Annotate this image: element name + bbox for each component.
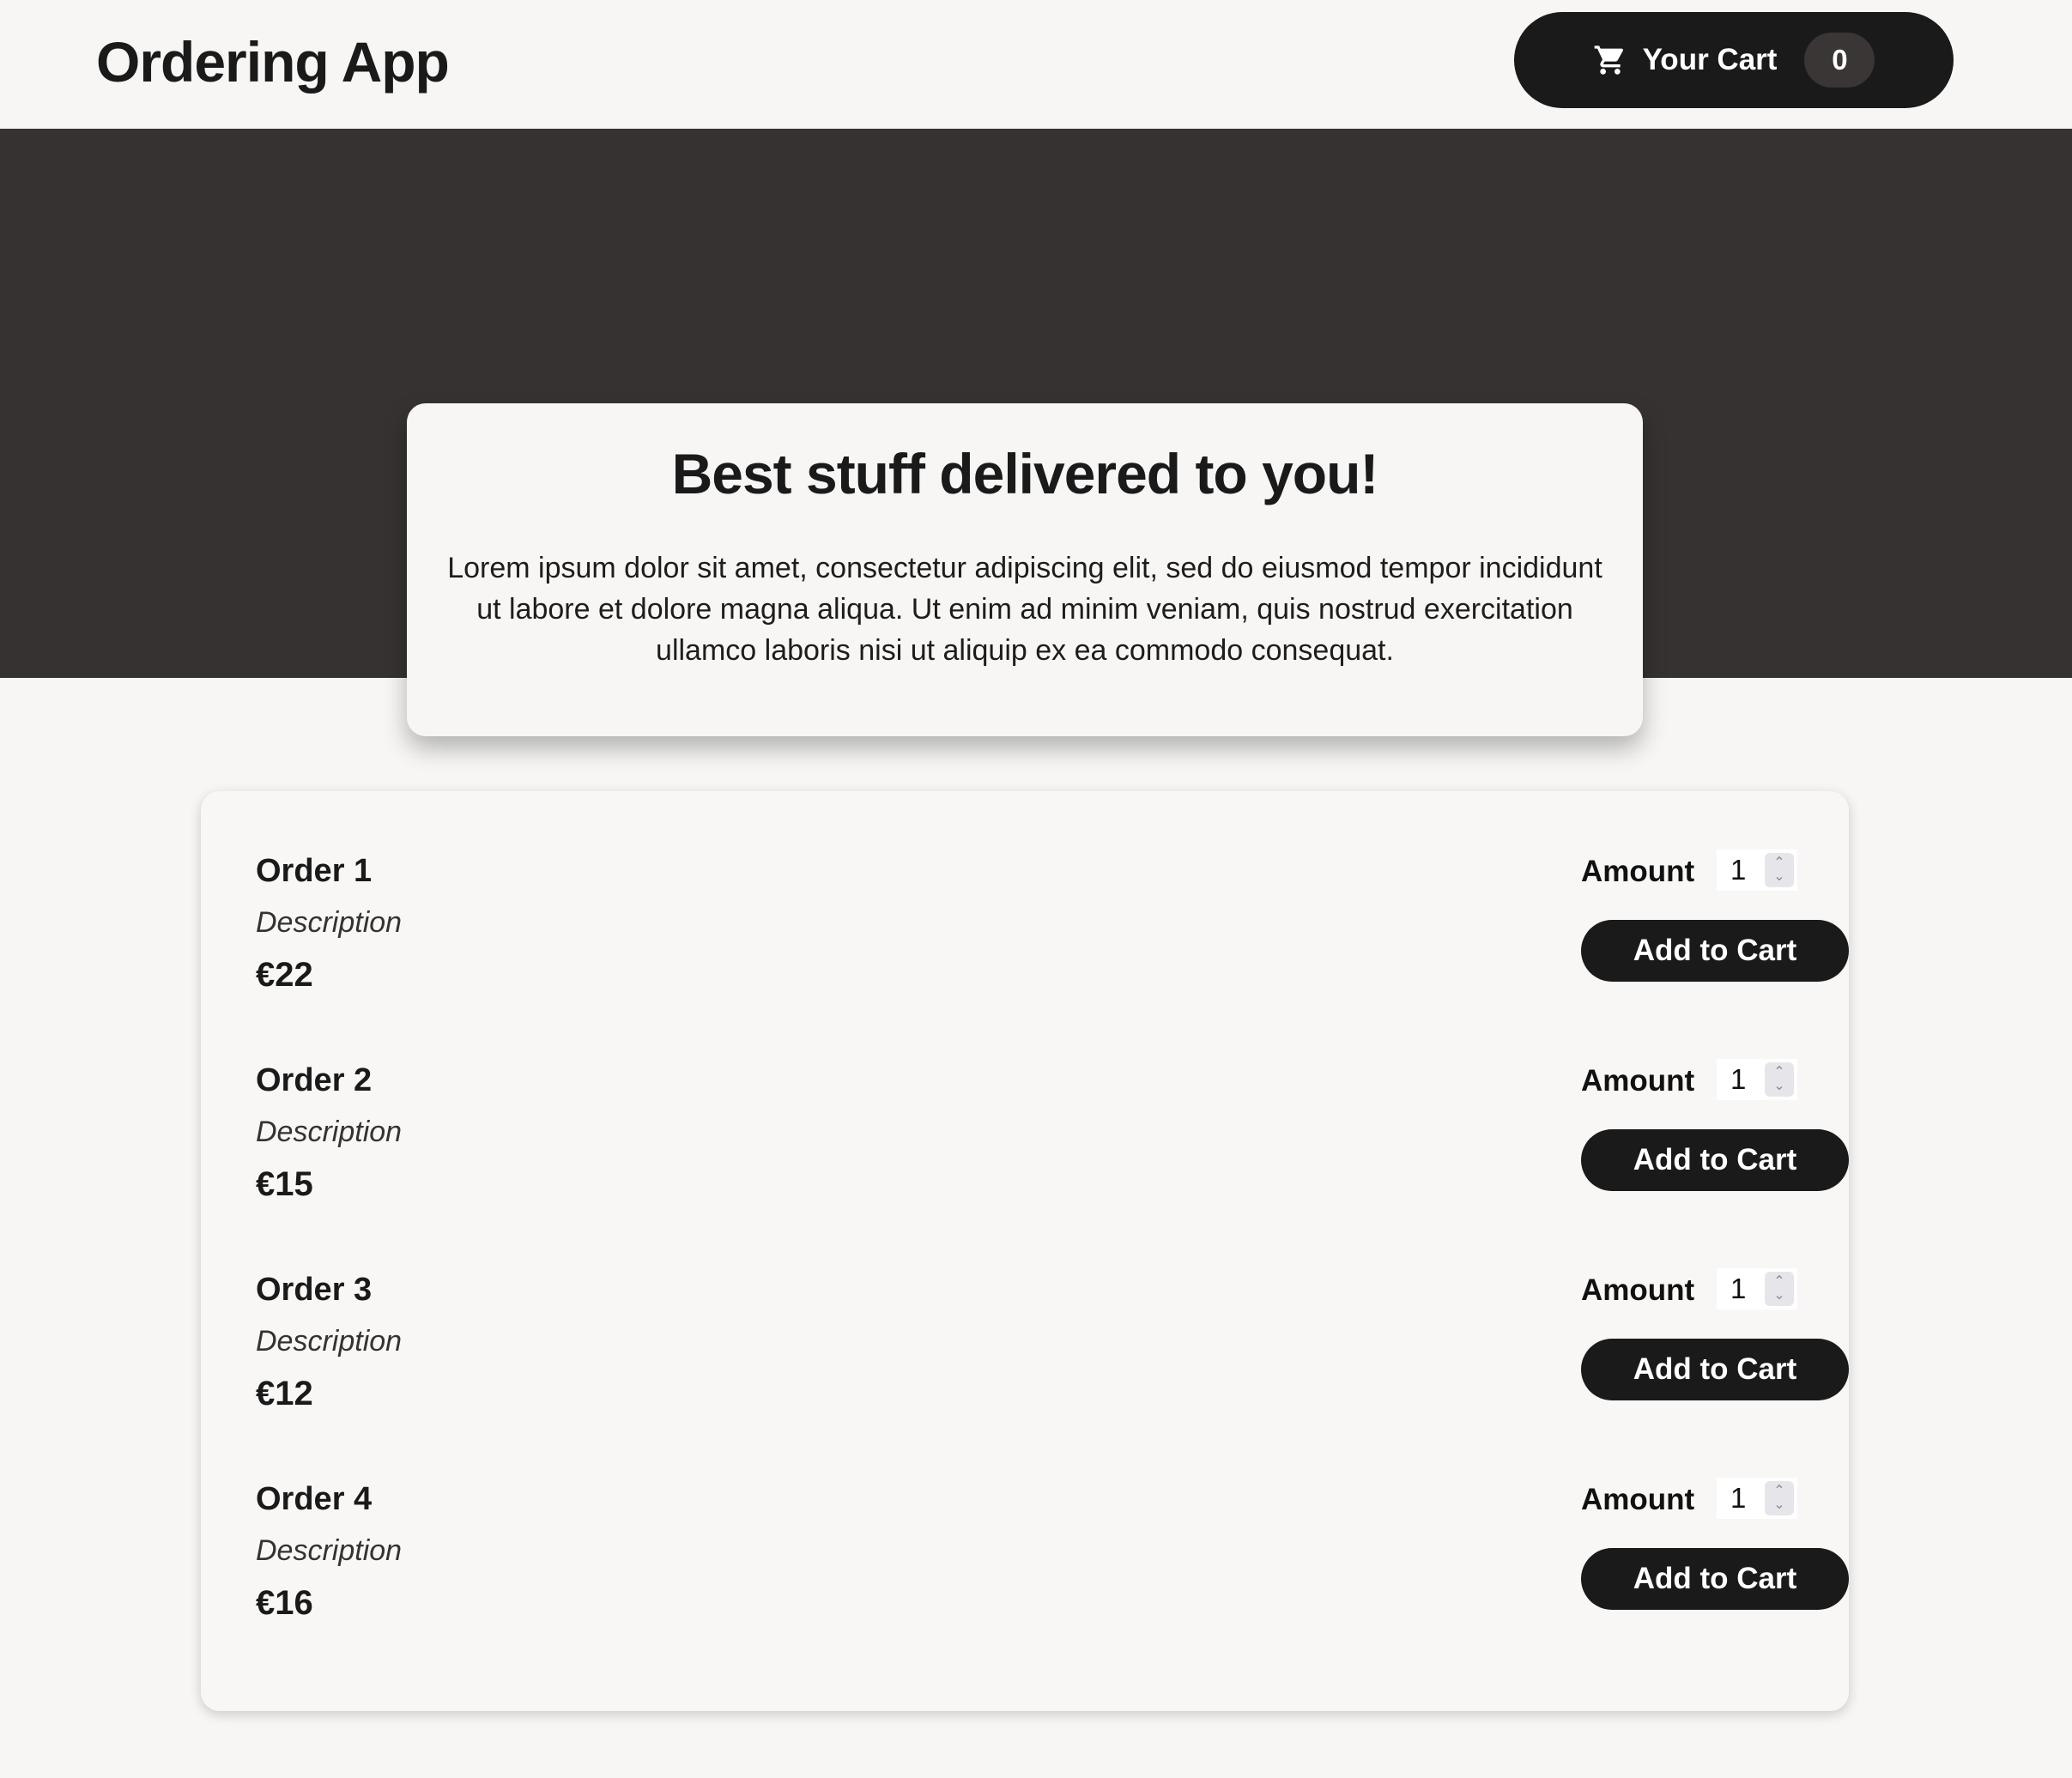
- order-item: Order 2 Description €15 Amount ⌃ ⌄ Add t…: [256, 1059, 1849, 1234]
- order-description: Description: [256, 1325, 403, 1358]
- app-header: Ordering App Your Cart 0: [0, 0, 2072, 129]
- cart-label: Your Cart: [1642, 43, 1778, 76]
- order-name: Order 2: [256, 1062, 373, 1098]
- add-to-cart-button[interactable]: Add to Cart: [1581, 1339, 1849, 1400]
- order-item: Order 1 Description €22 Amount ⌃ ⌄ Add t…: [256, 850, 1849, 1025]
- summary-card: Best stuff delivered to you! Lorem ipsum…: [407, 403, 1643, 736]
- chevron-up-icon[interactable]: ⌃: [1773, 856, 1784, 870]
- chevron-down-icon[interactable]: ⌄: [1773, 1498, 1784, 1512]
- add-to-cart-button[interactable]: Add to Cart: [1581, 1548, 1849, 1610]
- amount-label: Amount: [1581, 1273, 1695, 1307]
- amount-label: Amount: [1581, 855, 1695, 888]
- summary-title: Best stuff delivered to you!: [671, 442, 1379, 505]
- order-item: Order 4 Description €16 Amount ⌃ ⌄ Add t…: [256, 1478, 1849, 1653]
- order-name: Order 1: [256, 853, 373, 889]
- chevron-down-icon[interactable]: ⌄: [1773, 1080, 1784, 1093]
- amount-stepper[interactable]: ⌃ ⌄: [1765, 1481, 1794, 1515]
- amount-stepper[interactable]: ⌃ ⌄: [1765, 1062, 1794, 1097]
- order-price: €22: [256, 956, 313, 994]
- chevron-up-icon[interactable]: ⌃: [1773, 1275, 1784, 1289]
- order-description: Description: [256, 1116, 403, 1148]
- app-title: Ordering App: [96, 30, 450, 94]
- amount-label: Amount: [1581, 1064, 1695, 1098]
- cart-icon: [1593, 43, 1627, 77]
- orders-list: Order 1 Description €22 Amount ⌃ ⌄ Add t…: [201, 791, 1849, 1711]
- order-price: €16: [256, 1584, 313, 1622]
- order-description: Description: [256, 1534, 403, 1567]
- add-to-cart-button[interactable]: Add to Cart: [1581, 920, 1849, 982]
- chevron-up-icon[interactable]: ⌃: [1773, 1066, 1784, 1080]
- summary-text: Lorem ipsum dolor sit amet, consectetur …: [447, 552, 1602, 667]
- add-to-cart-button[interactable]: Add to Cart: [1581, 1129, 1849, 1191]
- order-item: Order 3 Description €12 Amount ⌃ ⌄ Add t…: [256, 1268, 1849, 1443]
- chevron-down-icon[interactable]: ⌄: [1773, 870, 1784, 884]
- amount-stepper[interactable]: ⌃ ⌄: [1765, 1272, 1794, 1306]
- order-description: Description: [256, 906, 403, 939]
- chevron-down-icon[interactable]: ⌄: [1773, 1289, 1784, 1303]
- order-price: €12: [256, 1375, 313, 1412]
- order-price: €15: [256, 1165, 313, 1203]
- order-name: Order 3: [256, 1272, 373, 1308]
- amount-stepper[interactable]: ⌃ ⌄: [1765, 853, 1794, 887]
- cart-count-badge: 0: [1804, 33, 1875, 88]
- cart-button[interactable]: Your Cart 0: [1514, 12, 1954, 108]
- chevron-up-icon[interactable]: ⌃: [1773, 1485, 1784, 1498]
- amount-label: Amount: [1581, 1483, 1695, 1516]
- order-name: Order 4: [256, 1481, 373, 1517]
